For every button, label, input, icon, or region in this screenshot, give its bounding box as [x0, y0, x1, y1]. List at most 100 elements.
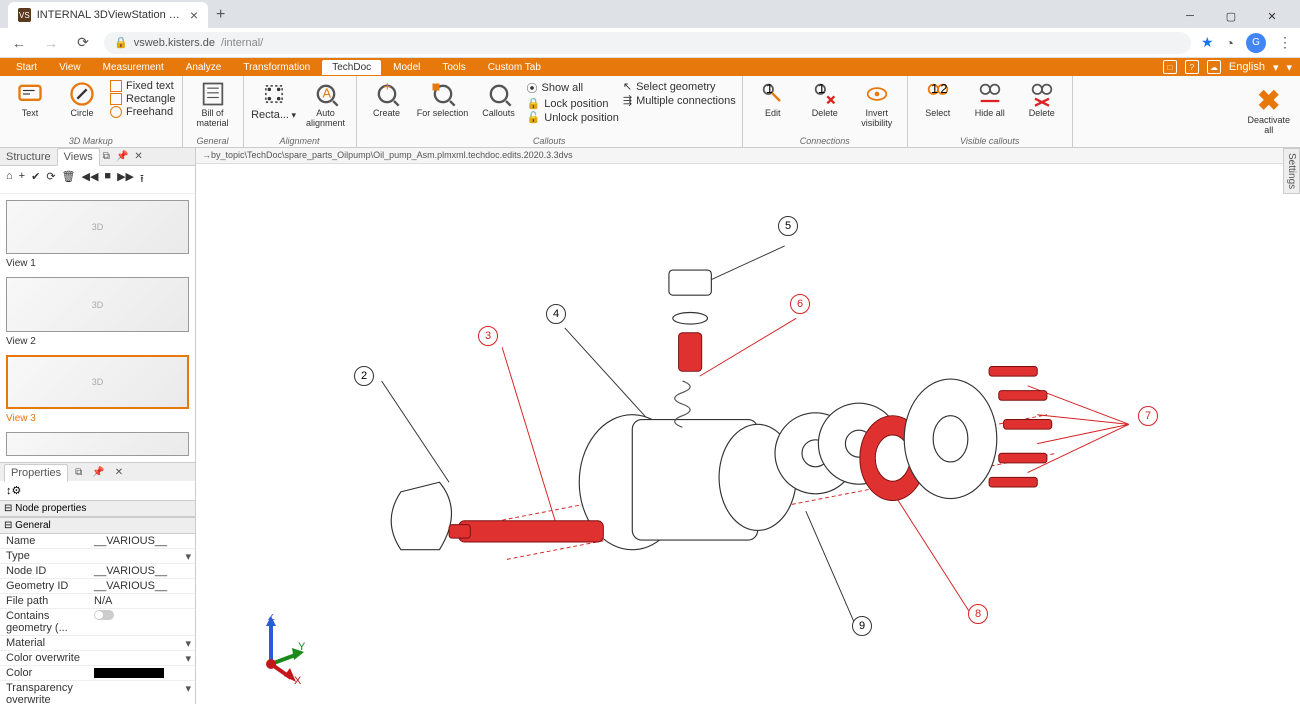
ribbon-tab-transformation[interactable]: Transformation: [233, 60, 320, 75]
ribbon-tab-measurement[interactable]: Measurement: [93, 60, 174, 75]
prop-val-type[interactable]: [90, 549, 195, 563]
panel-pin-icon[interactable]: 📌: [113, 151, 131, 162]
invert-visibility-button[interactable]: Invert visibility: [853, 78, 901, 135]
extensions-icon[interactable]: ◔: [1226, 35, 1234, 51]
callout-7[interactable]: 7: [1138, 406, 1158, 426]
refresh-icon[interactable]: ⟳: [46, 170, 55, 189]
delete-view-icon[interactable]: 🗑: [62, 170, 76, 189]
section-node-properties[interactable]: Node properties: [0, 500, 195, 517]
props-dock-icon[interactable]: ⧉: [72, 467, 85, 478]
home-icon[interactable]: ⌂: [6, 170, 13, 189]
for-selection-button[interactable]: For selection: [415, 78, 471, 135]
export-icon[interactable]: ⭱: [140, 170, 144, 189]
tab-properties[interactable]: Properties: [4, 464, 68, 482]
callout-4[interactable]: 4: [546, 304, 566, 324]
help-icon[interactable]: ?: [1185, 60, 1199, 74]
info-icon[interactable]: □: [1163, 60, 1177, 74]
url-input[interactable]: 🔒 vsweb.kisters.de/internal/: [104, 32, 1191, 54]
next-icon[interactable]: ▶▶: [117, 170, 134, 189]
bom-button[interactable]: Bill of material: [189, 78, 237, 135]
ribbon-tab-view[interactable]: View: [49, 60, 91, 75]
callout-9[interactable]: 9: [852, 616, 872, 636]
new-tab-button[interactable]: +: [208, 2, 233, 28]
section-general[interactable]: General: [0, 517, 195, 534]
view-thumb-1[interactable]: 3D: [6, 200, 189, 254]
settings-side-tab[interactable]: Settings: [1283, 148, 1300, 194]
check-icon[interactable]: ✔: [31, 170, 40, 189]
ribbon-tab-custom[interactable]: Custom Tab: [478, 60, 551, 75]
ribbon-tab-analyze[interactable]: Analyze: [176, 60, 232, 75]
nav-reload-icon[interactable]: ⟳: [72, 34, 94, 51]
nav-back-icon[interactable]: ←: [8, 35, 30, 51]
create-callout-button[interactable]: + Create: [363, 78, 411, 135]
delete-connection-button[interactable]: 1 Delete: [801, 78, 849, 135]
freehand-button[interactable]: Freehand: [110, 106, 176, 118]
callout-3[interactable]: 3: [478, 326, 498, 346]
callout-2[interactable]: 2: [354, 366, 374, 386]
prop-val-geomid[interactable]: __VARIOUS__: [90, 579, 195, 593]
nav-forward-icon[interactable]: →: [40, 35, 62, 51]
rectangle-button[interactable]: Rectangle: [110, 93, 176, 105]
hide-all-button[interactable]: Hide all: [966, 78, 1014, 135]
text-button[interactable]: Text: [6, 78, 54, 135]
ribbon-tab-model[interactable]: Model: [383, 60, 430, 75]
callout-5[interactable]: 5: [778, 216, 798, 236]
view-thumb-3[interactable]: 3D: [6, 355, 189, 410]
view-thumb-4[interactable]: [6, 432, 189, 456]
props-pin-icon[interactable]: 📌: [89, 467, 107, 478]
deactivate-all-button[interactable]: ✖ Deactivate all: [1237, 76, 1300, 147]
circle-button[interactable]: Circle: [58, 78, 106, 135]
prop-val-material[interactable]: [90, 636, 195, 650]
browser-menu-icon[interactable]: ⋮: [1278, 34, 1292, 51]
sort-icon[interactable]: ↕⚙: [6, 485, 21, 497]
prop-val-transp-ow[interactable]: [90, 681, 195, 704]
prop-val-filepath[interactable]: N/A: [90, 594, 195, 608]
cloud-icon[interactable]: ☁: [1207, 60, 1221, 74]
callout-6[interactable]: 6: [790, 294, 810, 314]
select-callouts-button[interactable]: 12 Select: [914, 78, 962, 135]
color-swatch[interactable]: [94, 668, 164, 678]
delete-callouts-button[interactable]: Delete: [1018, 78, 1066, 135]
prop-val-color-ow[interactable]: [90, 651, 195, 665]
toggle-contains-geometry[interactable]: [94, 610, 114, 620]
ribbon-tab-tools[interactable]: Tools: [432, 60, 475, 75]
select-geometry-button[interactable]: ↖Select geometry: [623, 80, 736, 93]
window-maximize-icon[interactable]: ▢: [1211, 4, 1251, 28]
edit-connection-button[interactable]: 1 Edit: [749, 78, 797, 135]
language-chevron-icon[interactable]: ▾: [1273, 61, 1279, 74]
callout-8[interactable]: 8: [968, 604, 988, 624]
ribbon-tab-start[interactable]: Start: [6, 60, 47, 75]
multiple-connections-button[interactable]: ⇶Multiple connections: [623, 94, 736, 107]
axis-gizmo[interactable]: Z Y X: [236, 614, 306, 684]
prop-val-name[interactable]: __VARIOUS__: [90, 534, 195, 548]
view-thumb-2[interactable]: 3D: [6, 277, 189, 331]
auto-align-button[interactable]: A Auto alignment: [302, 78, 350, 135]
callouts-button[interactable]: Callouts: [475, 78, 523, 135]
browser-tab[interactable]: VS INTERNAL 3DViewStation WebV ×: [8, 2, 208, 28]
recta-button[interactable]: Recta... ▾: [250, 78, 298, 135]
prop-val-contains[interactable]: [90, 609, 195, 635]
panel-dock-icon[interactable]: ⧉: [100, 151, 113, 162]
tab-close-icon[interactable]: ×: [190, 7, 198, 23]
lock-position-button[interactable]: 🔒Lock position: [527, 97, 619, 110]
window-close-icon[interactable]: ✕: [1252, 4, 1292, 28]
user-avatar[interactable]: G: [1246, 33, 1266, 53]
props-close-icon[interactable]: ✕: [112, 467, 126, 478]
stop-icon[interactable]: ■: [104, 170, 111, 189]
prev-icon[interactable]: ◀◀: [82, 170, 99, 189]
window-minimize-icon[interactable]: ─: [1170, 4, 1210, 28]
bookmark-star-icon[interactable]: ★: [1201, 34, 1214, 51]
unlock-position-button[interactable]: 🔓Unlock position: [527, 111, 619, 124]
add-view-icon[interactable]: +: [19, 170, 25, 189]
fixed-text-button[interactable]: Fixed text: [110, 80, 176, 92]
language-selector[interactable]: English: [1229, 61, 1265, 73]
ribbon-collapse-icon[interactable]: ▾: [1286, 61, 1292, 74]
panel-close-icon[interactable]: ✕: [131, 151, 145, 162]
prop-val-nodeid[interactable]: __VARIOUS__: [90, 564, 195, 578]
prop-val-color[interactable]: [90, 666, 195, 680]
show-all-button[interactable]: ⦿Show all: [527, 80, 619, 96]
tab-views[interactable]: Views: [57, 148, 100, 166]
tab-structure[interactable]: Structure: [0, 149, 57, 165]
ribbon-tab-techdoc[interactable]: TechDoc: [322, 60, 381, 75]
3d-canvas[interactable]: 2 3 4 5 6 7 8 9 Z Y X: [196, 164, 1300, 704]
